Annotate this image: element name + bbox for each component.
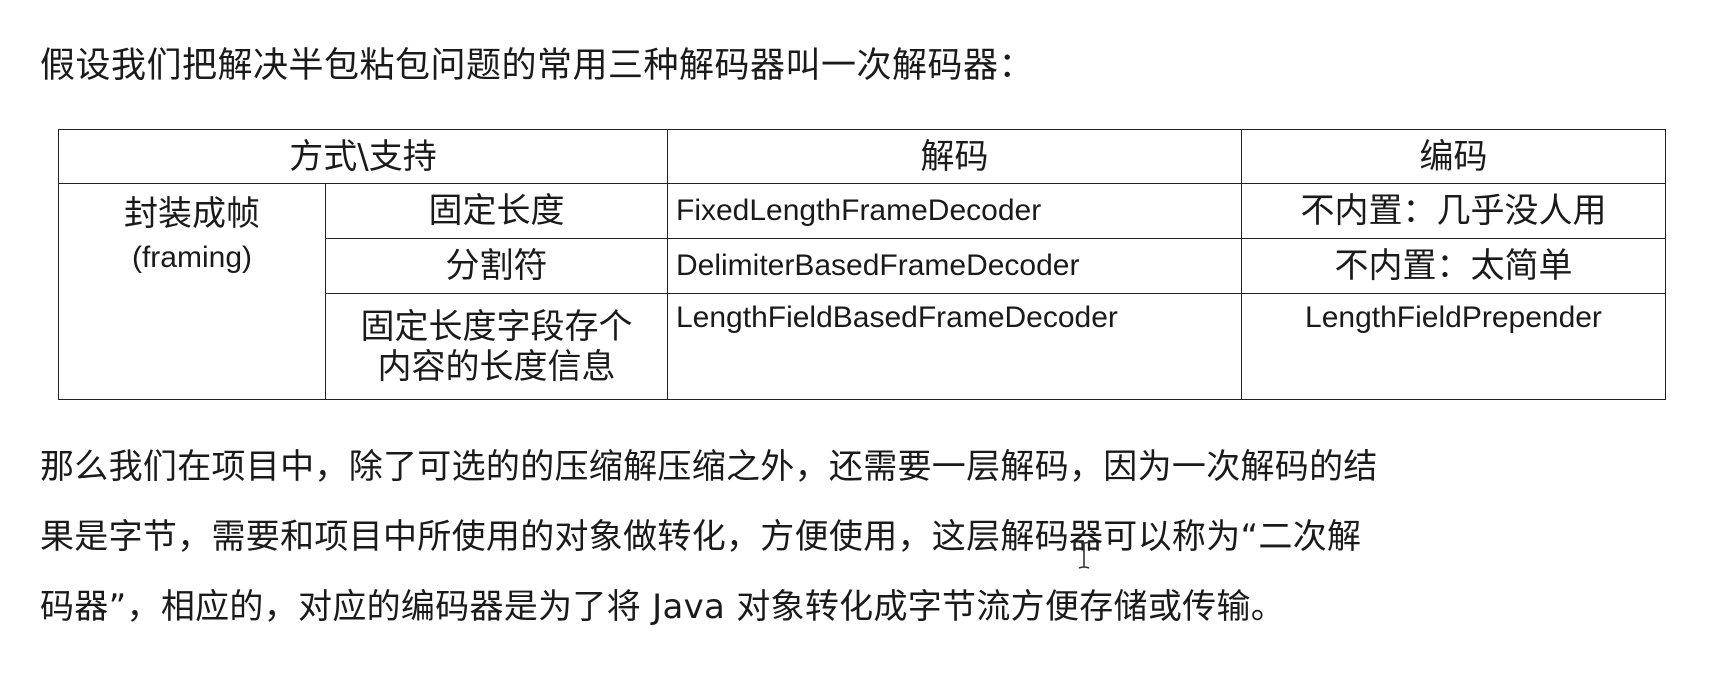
text-cursor-icon bbox=[1078, 541, 1090, 569]
intro-text: 假设我们把解决半包粘包问题的常用三种解码器叫一次解码器： bbox=[40, 46, 1035, 86]
decoder-cell: LengthFieldBasedFrameDecoder bbox=[667, 293, 1242, 400]
header-encode: 编码 bbox=[1241, 129, 1666, 184]
encoder-cell: LengthFieldPrepender bbox=[1241, 293, 1666, 400]
paragraph-line: 码器”，相应的，对应的编码器是为了将 Java 对象转化成字节流方便存储或传输。 bbox=[40, 587, 1286, 627]
decoder-cell: FixedLengthFrameDecoder bbox=[667, 183, 1242, 239]
encoder-cell: 不内置：太简单 bbox=[1241, 238, 1666, 294]
paragraph-line: 果是字节，需要和项目中所使用的对象做转化，方便使用，这层解码器可以称为“二次解 bbox=[40, 517, 1362, 557]
codec-table: 方式\支持 解码 编码 封装成帧 (framing) 固定长度 FixedLen… bbox=[58, 129, 1666, 400]
table-header-row: 方式\支持 解码 编码 bbox=[58, 129, 1666, 184]
body-paragraph: 那么我们在项目中，除了可选的的压缩解压缩之外，还需要一层解码，因为一次解码的结 … bbox=[40, 432, 1620, 642]
encoder-cell: 不内置：几乎没人用 bbox=[1241, 183, 1666, 239]
method-cell: 分割符 bbox=[325, 238, 668, 294]
method-line-2: 内容的长度信息 bbox=[377, 346, 616, 387]
method-line-1: 固定长度字段存个 bbox=[360, 306, 633, 347]
header-mode: 方式\支持 bbox=[58, 129, 668, 184]
paragraph-line: 那么我们在项目中，除了可选的的压缩解压缩之外，还需要一层解码，因为一次解码的结 bbox=[40, 447, 1378, 487]
method-cell: 固定长度 bbox=[325, 183, 668, 239]
framing-cell: 封装成帧 (framing) bbox=[58, 183, 326, 400]
framing-label: 封装成帧 bbox=[124, 194, 260, 234]
method-cell: 固定长度字段存个 内容的长度信息 bbox=[325, 293, 668, 400]
table-row: 封装成帧 (framing) 固定长度 FixedLengthFrameDeco… bbox=[58, 183, 1666, 400]
framing-sub-label: (framing) bbox=[131, 241, 252, 274]
decoder-cell: DelimiterBasedFrameDecoder bbox=[667, 238, 1242, 294]
header-decode: 解码 bbox=[667, 129, 1242, 184]
